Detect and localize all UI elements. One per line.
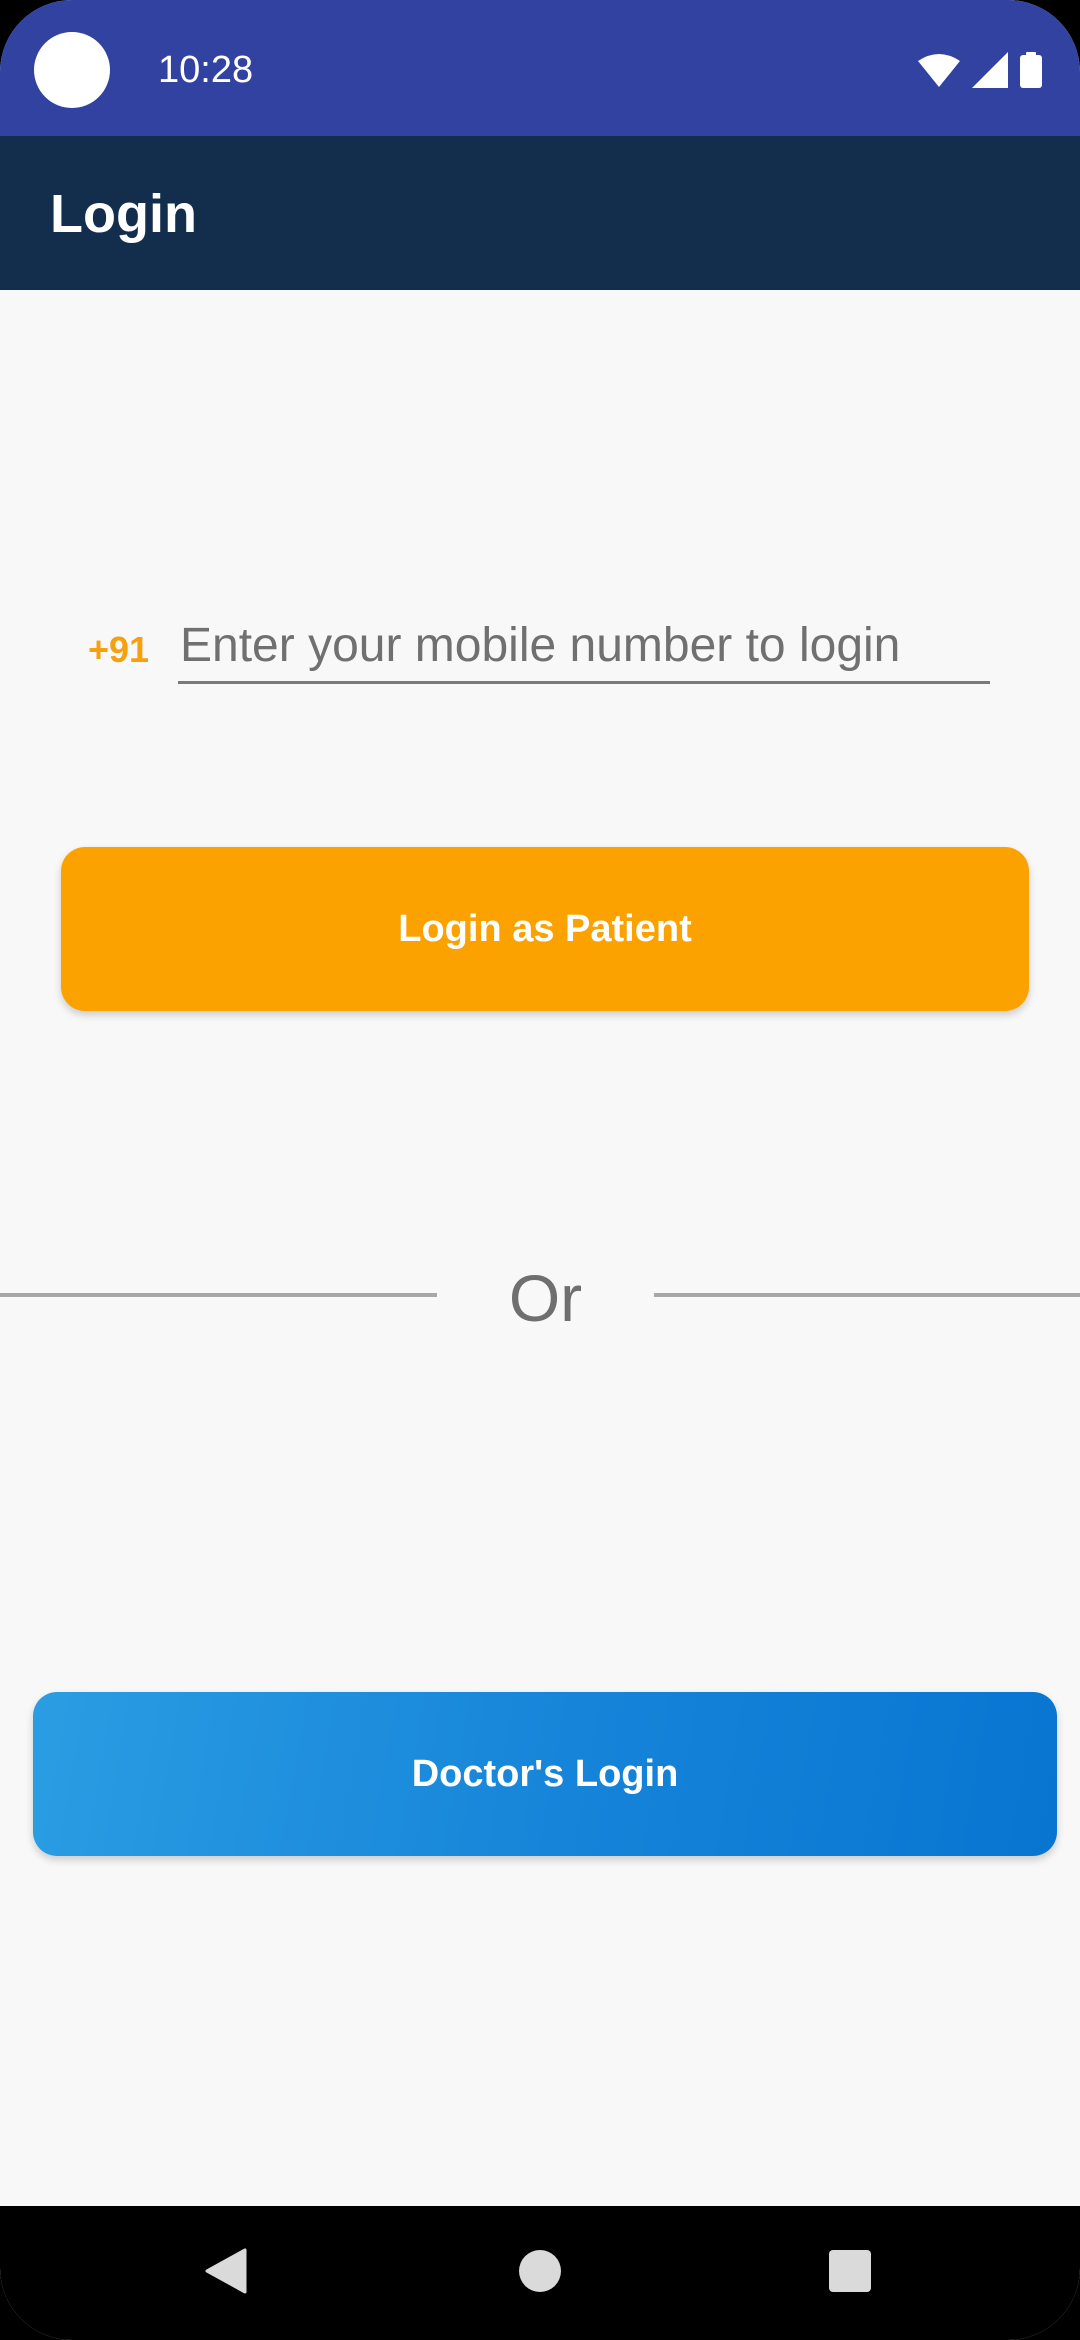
or-divider-text: Or xyxy=(508,1261,583,1335)
wifi-icon xyxy=(918,53,960,87)
country-code-label: +91 xyxy=(88,629,150,670)
status-icons xyxy=(918,50,1042,90)
app-bar: Login xyxy=(0,136,1080,290)
back-button[interactable] xyxy=(156,2206,296,2340)
recents-button[interactable] xyxy=(780,2206,920,2340)
status-time: 10:28 xyxy=(158,49,254,91)
mobile-number-input[interactable] xyxy=(178,610,990,684)
divider-line-right xyxy=(654,1293,1080,1297)
status-bar: 10:28 xyxy=(0,0,1080,136)
home-button[interactable] xyxy=(470,2206,610,2340)
doctors-login-button[interactable]: Doctor's Login xyxy=(33,1692,1057,1856)
back-icon xyxy=(205,2248,247,2299)
recents-icon xyxy=(829,2249,871,2297)
login-as-patient-button[interactable]: Login as Patient xyxy=(61,847,1029,1011)
home-icon xyxy=(518,2249,562,2298)
divider-line-left xyxy=(0,1293,437,1297)
camera-cutout xyxy=(34,32,110,108)
login-screen: 10:28 Login +91 Lo xyxy=(0,0,1080,2340)
signal-icon xyxy=(972,52,1008,88)
page-title: Login xyxy=(50,184,197,244)
navigation-bar xyxy=(0,2206,1080,2340)
battery-icon xyxy=(1020,52,1042,88)
